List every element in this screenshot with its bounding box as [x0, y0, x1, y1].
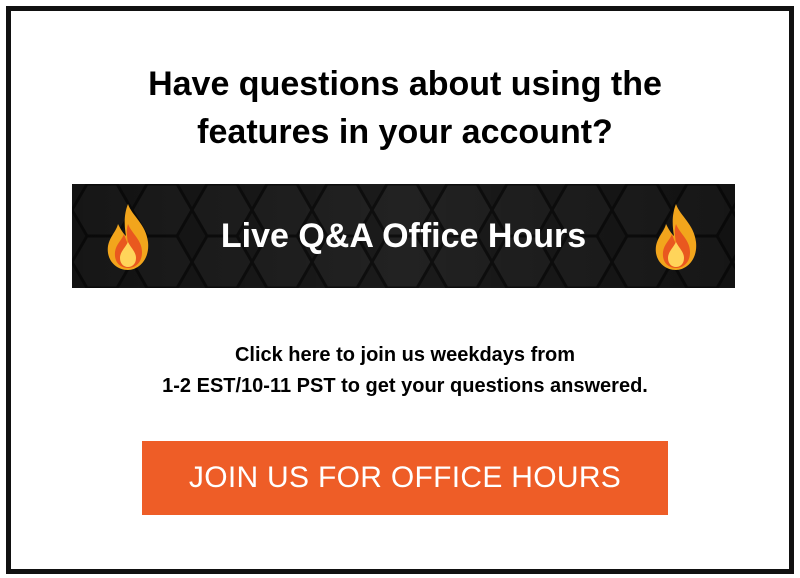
office-hours-banner[interactable]: Live Q&A Office Hours: [72, 184, 735, 288]
headline: Have questions about using the features …: [11, 60, 799, 156]
headline-line-1: Have questions about using the: [148, 65, 662, 103]
headline-line-2: features in your account?: [197, 113, 613, 151]
banner-title: Live Q&A Office Hours: [220, 216, 587, 255]
info-line-1: Click here to join us weekdays from: [234, 344, 576, 366]
join-office-hours-button[interactable]: JOIN US FOR OFFICE HOURS: [142, 441, 668, 515]
info-line-2: 1-2 EST/10-11 PST to get your questions …: [11, 371, 799, 402]
ad-frame: Have questions about using the features …: [6, 6, 794, 574]
schedule-times: 1-2 EST/10-11 PST: [162, 375, 336, 397]
info-line-2-rest: to get your questions answered.: [335, 375, 648, 397]
info-text: Click here to join us weekdays from 1-2 …: [11, 340, 799, 402]
